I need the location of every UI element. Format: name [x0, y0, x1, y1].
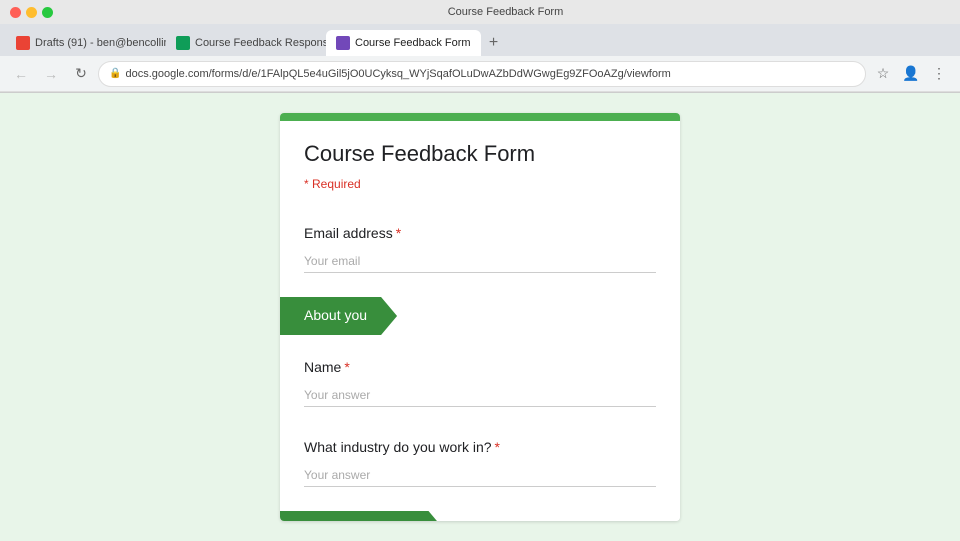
about-you-label: About you: [304, 307, 367, 323]
title-bar: Course Feedback Form: [0, 0, 960, 24]
form-title: Course Feedback Form: [304, 141, 656, 167]
name-input[interactable]: [304, 383, 656, 407]
gmail-favicon: [16, 36, 30, 50]
required-note: * Required: [304, 177, 361, 191]
tab-bar: Drafts (91) - ben@bencollins... Course F…: [0, 24, 960, 56]
industry-label: What industry do you work in?*: [304, 439, 656, 455]
forward-button[interactable]: →: [38, 61, 64, 87]
about-you-banner: About you: [280, 297, 397, 335]
name-section: Name*: [280, 343, 680, 423]
industry-input[interactable]: [304, 463, 656, 487]
tab-gmail[interactable]: Drafts (91) - ben@bencollins...: [6, 30, 166, 56]
close-button[interactable]: [10, 7, 21, 18]
industry-section: What industry do you work in?*: [280, 423, 680, 503]
nav-bar: ← → ↻ 🔒 docs.google.com/forms/d/e/1FAlpQ…: [0, 56, 960, 92]
forms-favicon: [336, 36, 350, 50]
menu-button[interactable]: ⋮: [926, 61, 952, 87]
sheets-favicon: [176, 36, 190, 50]
traffic-lights: [10, 7, 53, 18]
profile-button[interactable]: 👤: [898, 61, 924, 87]
address-text: docs.google.com/forms/d/e/1FAlpQL5e4uGil…: [125, 68, 670, 80]
back-button[interactable]: ←: [8, 61, 34, 87]
maximize-button[interactable]: [42, 7, 53, 18]
reload-button[interactable]: ↻: [68, 61, 94, 87]
name-required-star: *: [344, 359, 349, 375]
tab-forms[interactable]: Course Feedback Form: [326, 30, 481, 56]
industry-required-star: *: [495, 439, 500, 455]
lock-icon: 🔒: [109, 68, 121, 79]
form-header: Course Feedback Form * Required: [280, 113, 680, 209]
bookmarks-button[interactable]: ☆: [870, 61, 896, 87]
email-input[interactable]: [304, 249, 656, 273]
page-content: Course Feedback Form * Required Email ad…: [0, 93, 960, 541]
window-title: Course Feedback Form: [448, 6, 564, 18]
nav-actions: ☆ 👤 ⋮: [870, 61, 952, 87]
browser-chrome: Course Feedback Form Drafts (91) - ben@b…: [0, 0, 960, 93]
course-feedback-section-wrap: Course Feedback: [280, 503, 680, 521]
new-tab-button[interactable]: +: [481, 30, 507, 56]
email-section: Email address*: [280, 209, 680, 289]
minimize-button[interactable]: [26, 7, 37, 18]
email-label: Email address*: [304, 225, 656, 241]
email-required-star: *: [396, 225, 401, 241]
name-label: Name*: [304, 359, 656, 375]
course-feedback-banner: Course Feedback: [280, 511, 445, 521]
about-you-section-wrap: About you: [280, 289, 680, 343]
tab-sheets[interactable]: Course Feedback Response ...: [166, 30, 326, 56]
tab-gmail-label: Drafts (91) - ben@bencollins...: [35, 37, 166, 49]
tab-sheets-label: Course Feedback Response ...: [195, 37, 326, 49]
address-bar[interactable]: 🔒 docs.google.com/forms/d/e/1FAlpQL5e4uG…: [98, 61, 866, 87]
form-card: Course Feedback Form * Required Email ad…: [280, 113, 680, 521]
tab-forms-label: Course Feedback Form: [355, 37, 471, 49]
